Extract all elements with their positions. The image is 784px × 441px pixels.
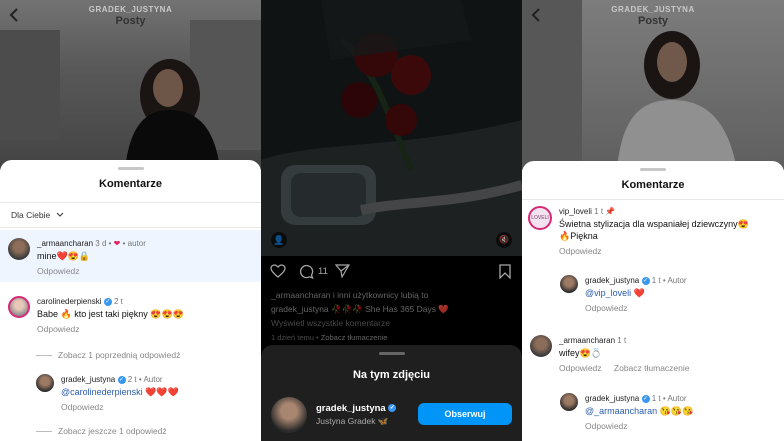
comment-text: ❤️❤️❤️ bbox=[145, 387, 179, 397]
reply-button[interactable]: Odpowiedz bbox=[61, 401, 179, 413]
verified-icon: ✓ bbox=[117, 375, 126, 384]
translate-link[interactable]: Zobacz tłumaczenie bbox=[321, 333, 388, 342]
comment-text: Babe 🔥 kto jest taki piękny 😍😍😍 bbox=[37, 309, 184, 319]
sheet-title: Na tym zdjęciu bbox=[352, 369, 431, 381]
mute-icon[interactable]: 🔇 bbox=[496, 232, 512, 248]
page-title: Posty bbox=[115, 15, 146, 27]
sheet-title: Komentarze bbox=[621, 179, 685, 191]
tagged-people-icon[interactable]: 👤 bbox=[271, 232, 287, 248]
reply-button[interactable]: Odpowiedz bbox=[37, 265, 146, 277]
profile-username: GRADEK_JUSTYNA bbox=[88, 5, 173, 14]
comments-sheet: Komentarze Dla Ciebie _armaancharan 3 d … bbox=[0, 160, 261, 441]
comment-text: wifey😍💍 bbox=[559, 348, 602, 358]
drag-handle[interactable] bbox=[117, 167, 144, 170]
reply-button[interactable]: Odpowiedz bbox=[559, 363, 602, 373]
comment-text: 😘😘😘 bbox=[659, 406, 694, 416]
reply-button[interactable]: Odpowiedz bbox=[585, 420, 693, 432]
post-photo-roses: 👤 🔇 bbox=[261, 0, 522, 256]
comment-item: carolinederpienski ✓ 2 t Babe 🔥 kto jest… bbox=[8, 296, 184, 335]
back-arrow-icon[interactable] bbox=[8, 8, 20, 22]
avatar[interactable] bbox=[271, 397, 307, 433]
verified-icon: ✓ bbox=[641, 394, 650, 403]
bookmark-icon[interactable] bbox=[499, 264, 511, 279]
tagged-username[interactable]: gradek_justyna bbox=[316, 403, 386, 414]
comments-sheet: Komentarze LOVELI vip_loveli 1 t 📌 Świet… bbox=[522, 161, 784, 441]
sort-label: Dla Ciebie bbox=[11, 210, 51, 220]
drag-handle[interactable] bbox=[378, 352, 405, 355]
heart-icon[interactable] bbox=[270, 264, 286, 278]
view-all-comments-link[interactable]: Wyświetl wszystkie komentarze bbox=[271, 318, 390, 328]
comment-count: 11 bbox=[318, 266, 328, 277]
reply-button[interactable]: Odpowiedz bbox=[585, 302, 687, 314]
avatar[interactable] bbox=[530, 335, 552, 357]
comment-text: ❤️ bbox=[633, 288, 645, 298]
page-title: Posty bbox=[638, 15, 668, 27]
mention-link[interactable]: @_armaancharan bbox=[585, 406, 657, 416]
tagged-fullname: Justyna Gradek 🦋 bbox=[316, 416, 389, 426]
mention-link[interactable]: @carolinederpienski bbox=[61, 387, 143, 397]
drag-handle[interactable] bbox=[640, 168, 666, 171]
avatar[interactable] bbox=[560, 393, 578, 411]
comment-reply: gradek_justyna ✓ 1 t • Autor @_armaancha… bbox=[560, 393, 693, 432]
verified-icon: ✓ bbox=[641, 276, 650, 285]
comment-user[interactable]: gradek_justyna bbox=[585, 394, 639, 403]
avatar[interactable]: LOVELI bbox=[528, 206, 552, 230]
comment-user[interactable]: carolinederpienski bbox=[37, 297, 101, 306]
avatar[interactable] bbox=[560, 275, 578, 293]
comment-user[interactable]: _armaancharan bbox=[37, 239, 93, 248]
avatar[interactable] bbox=[8, 238, 30, 260]
comment-text: Świetna stylizacja dla wspaniałej dziewc… bbox=[559, 219, 749, 229]
share-icon[interactable] bbox=[335, 264, 350, 278]
comment-user[interactable]: vip_loveli bbox=[559, 207, 592, 216]
follow-button[interactable]: Obserwuj bbox=[418, 403, 512, 425]
comment-icon[interactable] bbox=[299, 264, 314, 279]
comments-panel-right: GRADEK_JUSTYNA Posty Komentarze LOVELI v… bbox=[522, 0, 784, 441]
comment-reply: gradek_justyna ✓ 2 t • Autor @carolinede… bbox=[36, 374, 179, 413]
likes-summary[interactable]: _armaancharan i inni użytkownicy lubią t… bbox=[271, 290, 428, 300]
comment-user[interactable]: gradek_justyna bbox=[61, 375, 115, 384]
mention-link[interactable]: @vip_loveli bbox=[585, 288, 631, 298]
comment-text: mine❤️😍🔒 bbox=[37, 251, 91, 261]
comment-user[interactable]: gradek_justyna bbox=[585, 276, 639, 285]
comments-panel-left: GRADEK_JUSTYNA Posty Komentarze Dla Cieb… bbox=[0, 0, 261, 441]
top-bar: GRADEK_JUSTYNA Posty bbox=[0, 0, 261, 32]
verified-icon: ✓ bbox=[103, 297, 112, 306]
post-panel-middle: 👤 🔇 11 _armaancharan i inni użytkownicy … bbox=[261, 0, 522, 441]
comment-reply: gradek_justyna ✓ 1 t • Autor @vip_loveli… bbox=[560, 275, 687, 314]
top-bar: GRADEK_JUSTYNA Posty bbox=[522, 0, 784, 32]
chevron-down-icon bbox=[56, 212, 63, 217]
translate-link[interactable]: Zobacz tłumaczenie bbox=[614, 363, 690, 373]
reply-button[interactable]: Odpowiedz bbox=[559, 245, 749, 257]
view-previous-replies[interactable]: Zobacz 1 poprzednią odpowiedź bbox=[36, 350, 180, 360]
comment-item: _armaancharan 3 d • ❤ • autor mine❤️😍🔒 O… bbox=[8, 238, 146, 277]
reply-button[interactable]: Odpowiedz bbox=[37, 323, 184, 335]
back-arrow-icon[interactable] bbox=[530, 8, 542, 22]
avatar-logo-text: LOVELI bbox=[531, 215, 549, 221]
comment-item: LOVELI vip_loveli 1 t 📌 Świetna stylizac… bbox=[528, 206, 749, 257]
post-time: 1 dzień temu bbox=[271, 333, 314, 342]
comment-user[interactable]: _armaancharan bbox=[559, 336, 615, 345]
comment-item: _armaancharan 1 t wifey😍💍 Odpowiedz Zoba… bbox=[530, 335, 690, 374]
view-more-replies[interactable]: Zobacz jeszcze 1 odpowiedź bbox=[36, 426, 167, 436]
pin-icon: 📌 bbox=[605, 207, 616, 216]
verified-icon: ✓ bbox=[388, 404, 397, 413]
avatar[interactable] bbox=[36, 374, 54, 392]
avatar[interactable] bbox=[8, 296, 30, 318]
profile-username: GRADEK_JUSTYNA bbox=[611, 5, 695, 14]
sort-dropdown[interactable]: Dla Ciebie bbox=[11, 210, 64, 220]
caption: gradek_justyna 🥀🥀🥀 She Has 365 Days ❤️ bbox=[271, 304, 449, 314]
comment-text-line2: 🔥Piękna bbox=[559, 231, 598, 241]
sheet-title: Komentarze bbox=[99, 178, 162, 190]
tagged-sheet: Na tym zdjęciu gradek_justyna ✓ Justyna … bbox=[261, 345, 522, 441]
